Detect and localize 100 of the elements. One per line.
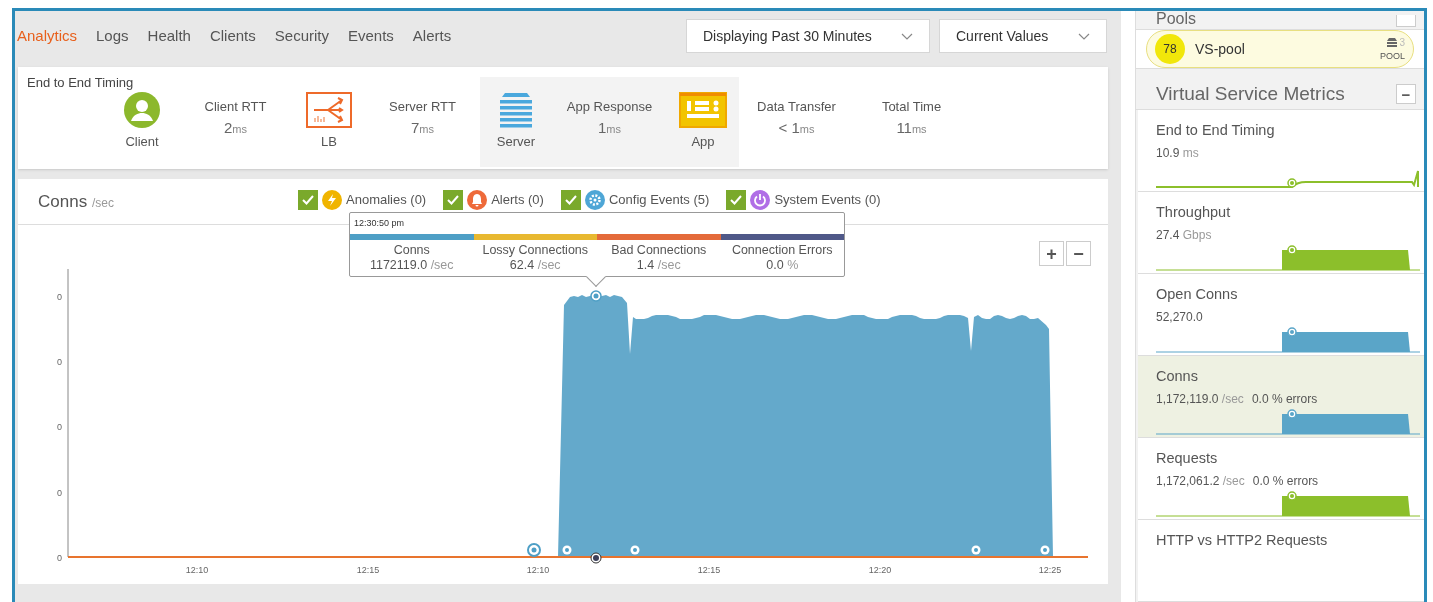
time-range-dropdown[interactable]: Current Values (939, 19, 1107, 53)
axis-tick-label: 0 (57, 553, 62, 563)
metric-title: HTTP vs HTTP2 Requests (1156, 531, 1329, 550)
series-name: Conns (393, 243, 430, 258)
series-value: 1.4 /sec (636, 258, 681, 273)
section-title: Pools (1156, 11, 1197, 27)
metric-label: Client RTT (204, 98, 267, 116)
metric-value: 52,270.0 (1156, 308, 1203, 326)
metric-title: Requests (1156, 449, 1219, 468)
axis-tick-label: 12:20 (868, 565, 892, 575)
nav-tab[interactable]: Alerts (412, 24, 452, 48)
metric-value: 10.9 ms (1156, 144, 1199, 162)
axis-tick-label: 12:10 (185, 565, 209, 575)
hover-point (590, 552, 602, 564)
series-value: 1172119.0 /sec (369, 258, 454, 273)
card-title: End to End Timing (27, 74, 134, 92)
error-rate: 0.0 % errors (1251, 390, 1318, 408)
metric-card[interactable]: Requests 1,172,061.2 /sec 0.0 % errors (1138, 438, 1424, 520)
metric-card[interactable]: HTTP vs HTTP2 Requests (1138, 520, 1424, 602)
metric-value: 1,172,061.2 /sec (1156, 472, 1245, 490)
checkbox[interactable] (726, 189, 747, 210)
event-marker[interactable] (527, 543, 541, 557)
check-icon (730, 194, 743, 205)
axis-tick-label: 0 (57, 357, 62, 367)
chevron-down-icon (901, 32, 913, 40)
pool-name: VS-pool (1195, 39, 1246, 59)
power-icon (750, 189, 771, 210)
chevron-down-icon (1078, 32, 1090, 40)
node-label: Server (496, 133, 536, 152)
event-marker[interactable] (971, 545, 981, 555)
user-icon (124, 92, 160, 129)
axis-tick-label: 12:25 (1038, 565, 1062, 575)
metric-title: Open Conns (1156, 285, 1239, 304)
axis-tick-label: 0 (57, 422, 62, 432)
node-label: LB (321, 133, 337, 152)
metric-label: App Response (566, 98, 653, 116)
metric-card[interactable]: Conns 1,172,119.0 /sec 0.0 % errors (1138, 356, 1424, 438)
nav-tab[interactable]: Security (274, 24, 329, 48)
load-balancer-icon (306, 92, 352, 129)
axis-tick-label: 12:10 (526, 565, 550, 575)
check-icon (447, 194, 460, 205)
event-marker[interactable] (630, 545, 640, 555)
axis-tick-label: 0 (57, 292, 62, 302)
time-range-dropdown[interactable]: Displaying Past 30 Minutes (686, 19, 930, 53)
checkbox[interactable] (560, 189, 581, 210)
toggle-label: Anomalies (0) (346, 190, 427, 209)
error-rate: 0.0 % errors (1252, 472, 1319, 490)
server-stack-icon (498, 92, 534, 129)
metric-label: Total Time (881, 98, 942, 116)
dropdown-value: Displaying Past 30 Minutes (703, 26, 872, 46)
collapse-button[interactable]: − (1396, 84, 1416, 105)
series-value: 62.4 /sec (509, 258, 561, 273)
metric-value: 2ms (224, 117, 247, 138)
series-name: Bad Connections (611, 243, 707, 258)
zoom-out-button[interactable]: − (1066, 241, 1091, 266)
metric-value: 11ms (896, 117, 927, 138)
metric-value: 1ms (598, 117, 621, 138)
metric-value: 27.4 Gbps (1156, 226, 1212, 244)
metric-card[interactable]: Open Conns 52,270.0 (1138, 274, 1424, 356)
nav-tab[interactable]: Health (147, 24, 191, 48)
checkbox[interactable] (443, 189, 464, 210)
check-icon (564, 194, 577, 205)
chart-title: Conns /sec (38, 190, 115, 213)
series-name: Lossy Connections (482, 243, 589, 258)
check-icon (302, 194, 314, 205)
metric-value: < 1ms (778, 117, 815, 138)
metric-card[interactable]: Throughput 27.4 Gbps (1138, 192, 1424, 274)
nav-tab[interactable]: Logs (96, 24, 129, 48)
metric-label: Server RTT (389, 98, 456, 116)
gear-icon (584, 189, 605, 210)
nav-tab[interactable]: Clients (209, 24, 256, 48)
checkbox[interactable] (298, 189, 318, 210)
tooltip-time: 12:30:50 pm (353, 217, 406, 230)
axis-tick-label: 0 (57, 488, 62, 498)
hover-point (590, 290, 602, 302)
series-value: 0.0 % (766, 258, 799, 273)
toggle-label: System Events (0) (774, 190, 881, 209)
nav-tab[interactable]: Events (347, 24, 394, 48)
metric-title: Throughput (1156, 203, 1232, 222)
bell-icon (467, 189, 488, 210)
app-window-icon (679, 92, 727, 129)
metric-title: Conns (1156, 367, 1199, 386)
event-marker[interactable] (1040, 545, 1050, 555)
dropdown-value: Current Values (956, 26, 1049, 46)
collapse-button[interactable] (1396, 15, 1416, 27)
toggle-label: Config Events (5) (608, 190, 710, 209)
section-title: Virtual Service Metrics (1156, 81, 1345, 106)
lightning-icon (322, 189, 342, 210)
pool-type: POOL (1380, 49, 1405, 63)
axis-tick-label: 12:15 (697, 565, 721, 575)
event-marker[interactable] (562, 545, 572, 555)
metric-card[interactable]: End to End Timing 10.9 ms (1138, 110, 1424, 192)
metric-label: Data Transfer (757, 98, 836, 116)
toggle-label: Alerts (0) (491, 190, 544, 209)
pool-card[interactable]: 78 VS-pool 3 POOL (1146, 30, 1414, 69)
node-label: Client (125, 133, 159, 152)
health-score-badge: 78 (1155, 34, 1185, 65)
series-name: Connection Errors (731, 243, 833, 258)
zoom-in-button[interactable]: + (1039, 241, 1064, 266)
metric-title: End to End Timing (1156, 121, 1276, 140)
